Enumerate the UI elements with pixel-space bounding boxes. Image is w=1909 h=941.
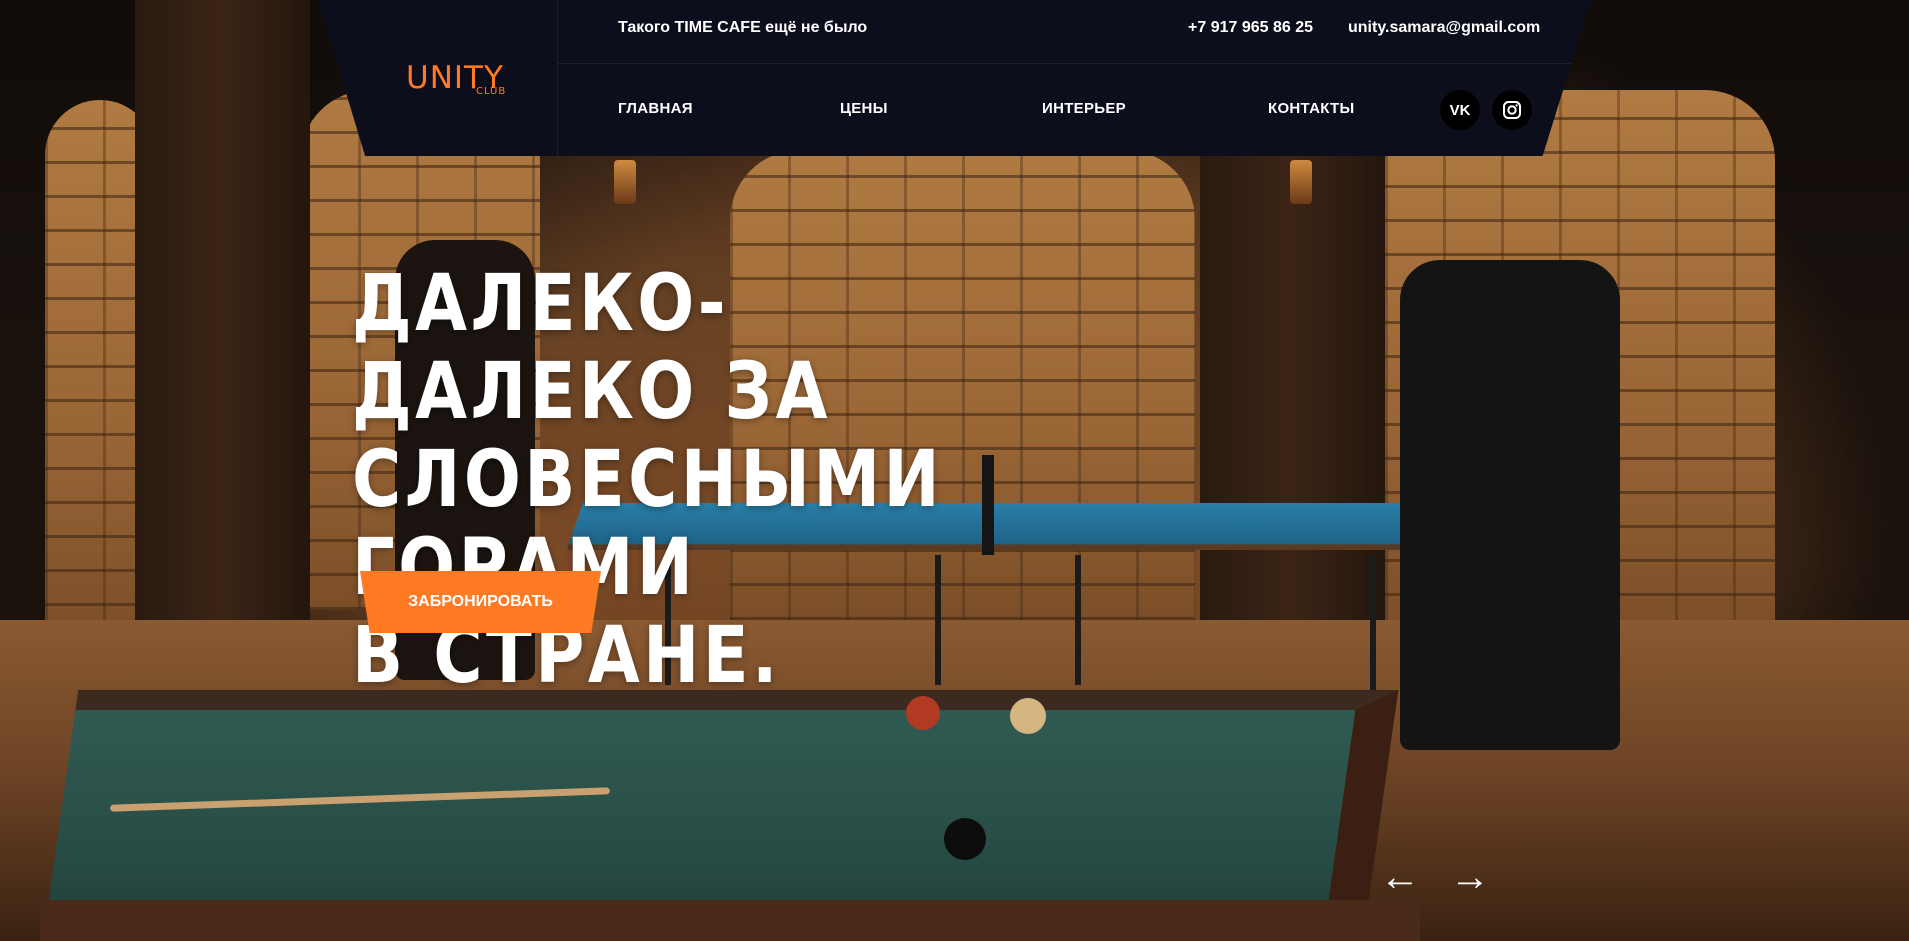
instagram-icon[interactable] bbox=[1492, 90, 1532, 130]
slider-next-arrow-icon[interactable]: → bbox=[1448, 855, 1492, 899]
nav-interior[interactable]: ИНТЕРЬЕР bbox=[1042, 100, 1126, 117]
player-right bbox=[1400, 260, 1620, 750]
phone-link[interactable]: +7 917 965 86 25 bbox=[1188, 19, 1313, 37]
wood-pillar-left bbox=[135, 0, 310, 690]
table-leg bbox=[1370, 555, 1376, 695]
header-divider bbox=[558, 63, 1591, 64]
instagram-glyph bbox=[1503, 101, 1521, 119]
vk-icon[interactable]: VK bbox=[1440, 90, 1480, 130]
nav-prices[interactable]: ЦЕНЫ bbox=[840, 100, 888, 117]
pool-table-rail bbox=[40, 900, 1420, 941]
table-leg bbox=[1075, 555, 1081, 685]
site-header: UNITY CLUB Такого TIME CAFE ещё не было … bbox=[318, 0, 1591, 156]
billiard-ball bbox=[1010, 698, 1046, 734]
book-button[interactable]: ЗАБРОНИРОВАТЬ bbox=[360, 571, 601, 633]
nav-contacts[interactable]: КОНТАКТЫ bbox=[1268, 100, 1354, 117]
hero-title-line: ДАЛЕКО-ДАЛЕКО ЗА bbox=[352, 259, 831, 437]
email-link[interactable]: unity.samara@gmail.com bbox=[1348, 19, 1540, 37]
nav-home[interactable]: ГЛАВНАЯ bbox=[618, 100, 693, 117]
wall-lamp-right bbox=[1290, 160, 1312, 204]
logo-subtitle: CLUB bbox=[476, 86, 507, 97]
tagline: Такого TIME CAFE ещё не было bbox=[618, 19, 868, 36]
hero-title: ДАЛЕКО-ДАЛЕКО ЗА СЛОВЕСНЫМИ ГОРАМИ В СТР… bbox=[352, 260, 1057, 700]
billiard-ball bbox=[906, 696, 940, 730]
slider-prev-arrow-icon[interactable]: ← bbox=[1378, 855, 1422, 899]
billiard-ball bbox=[944, 818, 986, 860]
wall-lamp-left bbox=[614, 160, 636, 204]
